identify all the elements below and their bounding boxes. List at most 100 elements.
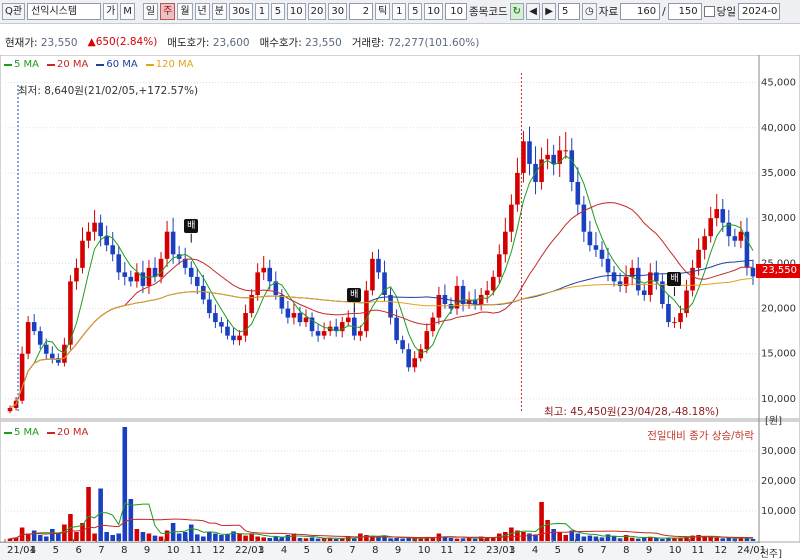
price-change-value: ▲650(2.84%) (87, 36, 158, 48)
legend-5ma: 5 MA (4, 59, 39, 70)
volume-bar (213, 533, 218, 541)
volume-bar (617, 538, 623, 541)
m-button[interactable]: M (120, 3, 135, 20)
tick-value-field[interactable]: 2 (349, 3, 374, 20)
volume-bar (339, 538, 345, 541)
volume-bar (140, 532, 146, 541)
candle-body (110, 245, 116, 255)
stock-name-field[interactable]: 선익시스템 (27, 3, 102, 20)
interval-20-button[interactable]: 20 (307, 3, 327, 20)
stock-code-prefix-button[interactable]: Q관 (2, 3, 26, 20)
candle-body (478, 294, 484, 305)
candle-body (321, 331, 327, 336)
ask-price-label: 매도호가: (167, 36, 210, 49)
volume-bar (7, 538, 13, 541)
tick-interval-10-button[interactable]: 10 (424, 3, 444, 20)
volume-label: 거래량: (351, 36, 385, 49)
volume-bar (309, 537, 315, 541)
volume-bar (412, 538, 418, 541)
interval-5-button[interactable]: 5 (270, 3, 285, 20)
ask-price-value: 23,600 (212, 36, 250, 49)
tick-count-field[interactable]: 10 (445, 3, 468, 20)
volume-bar (249, 533, 254, 541)
interval-1-button[interactable]: 1 (254, 3, 269, 20)
candle-body (37, 331, 43, 345)
signal-marker[interactable]: 배 (667, 271, 682, 286)
tick-interval-5-button[interactable]: 5 (408, 3, 423, 20)
candle-body (503, 231, 508, 255)
date-field[interactable]: 2024-0 (737, 3, 780, 20)
candle-body (641, 290, 647, 295)
volume-bar (43, 536, 49, 541)
last-price-tag: 23,550 (756, 264, 800, 278)
candle-body (496, 254, 502, 277)
volume-bar (279, 537, 285, 541)
candle-body (92, 222, 97, 232)
page-total-field[interactable]: 150 (667, 3, 702, 20)
volume-bar (176, 533, 182, 541)
candle-body (207, 299, 212, 314)
price-y-tick-label: 45,000 (761, 78, 796, 89)
period-minute-button[interactable]: 분 (211, 3, 227, 20)
candle-body (297, 313, 303, 323)
candle-body (219, 322, 224, 327)
candle-body (448, 304, 454, 309)
signal-marker[interactable]: 배 (347, 287, 362, 302)
period-30s-button[interactable]: 30s (228, 3, 253, 20)
volume-bar (454, 538, 460, 541)
volume-value: 72,277(101.60%) (387, 36, 480, 49)
ga-button[interactable]: 가 (103, 3, 119, 20)
candle-body (116, 254, 122, 273)
volume-bar (448, 538, 454, 541)
chart-canvas[interactable]: 10,00015,00020,00025,00030,00035,00040,0… (0, 55, 800, 560)
candle-body (201, 285, 206, 300)
period-month-button[interactable]: 월 (177, 3, 193, 20)
interval-10-button[interactable]: 10 (286, 3, 306, 20)
today-checkbox[interactable] (703, 6, 715, 17)
volume-bar (635, 538, 641, 541)
x-tick-label: 7 (349, 545, 356, 556)
low-price-annotation: 최저: 8,640원(21/02/05,+172.57%) (18, 85, 199, 97)
volume-bar (225, 534, 230, 541)
candle-body (25, 322, 31, 354)
volume-bar (587, 535, 593, 541)
volume-bar (285, 535, 291, 541)
candle-body (86, 231, 91, 241)
x-tick-label: 8 (121, 545, 128, 556)
period-day-button[interactable]: 일 (142, 3, 159, 20)
candle-body (80, 240, 85, 268)
x-tick-label: 12 (212, 545, 226, 556)
volume-bar (599, 537, 605, 541)
volume-bar (660, 538, 665, 541)
candle-body (611, 272, 617, 282)
volume-bar (164, 530, 170, 541)
price-ma-legend: 5 MA 20 MA 60 MA 120 MA (4, 59, 194, 70)
next-arrow-icon[interactable]: ▶ (542, 3, 557, 20)
signal-marker[interactable]: 배 (184, 218, 199, 233)
candle-body (647, 272, 653, 295)
period-week-button[interactable]: 주 (160, 3, 176, 20)
candle-body (231, 335, 236, 341)
prev-arrow-icon[interactable]: ◀ (526, 3, 541, 20)
clock-icon[interactable]: ◷ (582, 3, 597, 20)
candle-body (605, 258, 611, 273)
interval-30-button[interactable]: 30 (328, 3, 348, 20)
tick-interval-1-button[interactable]: 1 (392, 3, 407, 20)
period-year-button[interactable]: 년 (194, 3, 210, 20)
volume-bar (31, 530, 37, 541)
candle-body (291, 313, 297, 318)
volume-bar (539, 502, 544, 541)
volume-bar (86, 487, 91, 541)
candle-body (509, 204, 514, 232)
data-count-select[interactable]: 160 (620, 3, 661, 20)
legend-120ma: 120 MA (145, 59, 194, 70)
chart-area[interactable]: 10,00015,00020,00025,00030,00035,00040,0… (0, 55, 800, 560)
refresh-icon[interactable]: ↻ (509, 3, 525, 20)
candle-body (575, 181, 581, 205)
volume-bar (261, 537, 267, 541)
volume-bar (581, 536, 587, 541)
candle-body (285, 308, 291, 318)
volume-bar (376, 537, 381, 541)
tick-button[interactable]: 틱 (375, 3, 391, 20)
step-field[interactable]: 5 (558, 3, 581, 20)
